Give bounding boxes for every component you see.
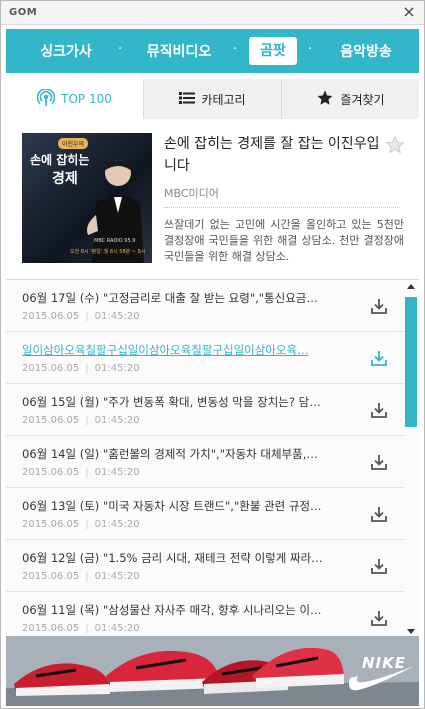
info-divider <box>164 207 400 208</box>
thumbnail-title-line1: 손에 잡히는 <box>30 153 90 167</box>
scroll-up-arrow-icon[interactable] <box>407 284 415 289</box>
tab-label: TOP 100 <box>61 92 112 106</box>
episode-date: 2015.06.05 <box>22 415 80 426</box>
top-navigation: 싱크가사 · 뮤직비디오 · 곰팟 · 음악방송 <box>6 29 419 73</box>
episode-date: 2015.06.05 <box>22 623 80 634</box>
episode-duration: 01:45:20 <box>94 363 140 374</box>
star-icon <box>316 89 334 110</box>
episode-meta: 2015.06.05 | 01:45:20 <box>22 415 140 426</box>
ad-brand-text: NIKE <box>362 654 407 672</box>
nav-item-gompot[interactable]: 곰팟 <box>249 37 297 65</box>
program-description: 쓰잘데기 없는 고민에 시간을 올인하고 있는 5천만 결정장애 국민들을 위한… <box>164 218 404 263</box>
thumbnail-title-line2: 경제 <box>52 171 78 187</box>
thumbnail-radio: MBC RADIO 95.9 <box>94 238 136 244</box>
tab-favorites[interactable]: 즐겨찾기 <box>281 79 419 119</box>
episode-date: 2015.06.05 <box>22 363 80 374</box>
download-icon[interactable] <box>370 557 388 575</box>
nav-separator: · <box>233 42 238 57</box>
app-window: GOM × 싱크가사 · 뮤직비디오 · 곰팟 · 음악방송 TOP 100 카… <box>0 0 425 709</box>
episode-duration: 01:45:20 <box>94 415 140 426</box>
episode-duration: 01:45:20 <box>94 571 140 582</box>
list-item[interactable]: 06월 14일 (일) "홈런볼의 경제적 가치","자동차 대체부품,… 201… <box>6 436 404 488</box>
thumbnail-time: 오전 8시 '평일',월 8시 58분 ~ 8시 <box>70 249 146 255</box>
download-icon[interactable] <box>370 505 388 523</box>
episode-title[interactable]: 06월 14일 (일) "홈런볼의 경제적 가치","자동차 대체부품,… <box>22 446 344 462</box>
podcast-icon <box>36 87 56 110</box>
episode-meta: 2015.06.05 | 01:45:20 <box>22 311 140 322</box>
episode-title[interactable]: 06월 17일 (수) "고정금리로 대출 잘 받는 요령","통신요금… <box>22 290 344 306</box>
download-icon[interactable] <box>370 609 388 627</box>
list-item[interactable]: 06월 17일 (수) "고정금리로 대출 잘 받는 요령","통신요금… 201… <box>6 280 404 332</box>
meta-separator: | <box>85 467 89 478</box>
meta-separator: | <box>85 571 89 582</box>
list-icon <box>179 91 196 108</box>
tab-bar: TOP 100 카테고리 즐겨찾기 <box>6 79 419 119</box>
episode-date: 2015.06.05 <box>22 467 80 478</box>
meta-separator: | <box>85 519 89 530</box>
episode-duration: 01:45:20 <box>94 467 140 478</box>
nav-item-sync-lyrics[interactable]: 싱크가사 <box>26 41 106 61</box>
episode-list[interactable]: 06월 17일 (수) "고정금리로 대출 잘 받는 요령","통신요금… 201… <box>6 279 419 636</box>
program-info: 이진우의 손에 잡히는 경제 MBC RADIO 95.9 오전 8시 '평일'… <box>6 119 419 279</box>
tab-top100[interactable]: TOP 100 <box>6 79 143 119</box>
nav-item-music-video[interactable]: 뮤직비디오 <box>134 41 224 61</box>
program-title: 손에 잡히는 경제를 잘 잡는 이진우입니다 <box>164 136 380 174</box>
scroll-down-arrow-icon[interactable] <box>407 629 415 634</box>
episode-meta: 2015.06.05 | 01:45:20 <box>22 519 140 530</box>
thumbnail-badge: 이진우의 <box>58 138 89 149</box>
nav-separator: · <box>118 42 123 57</box>
meta-separator: | <box>85 623 89 634</box>
meta-separator: | <box>85 363 89 374</box>
episode-meta: 2015.06.05 | 01:45:20 <box>22 571 140 582</box>
tab-label: 카테고리 <box>201 92 246 107</box>
scrollbar[interactable] <box>405 284 417 634</box>
download-icon[interactable] <box>370 297 388 315</box>
episode-date: 2015.06.05 <box>22 519 80 530</box>
nav-item-music-broadcast[interactable]: 음악방송 <box>321 41 411 61</box>
episode-meta: 2015.06.05 | 01:45:20 <box>22 623 140 634</box>
star-outline-icon[interactable] <box>385 135 405 155</box>
episode-duration: 01:45:20 <box>94 623 140 634</box>
gom-logo: GOM <box>9 7 38 18</box>
sneaker-graphic <box>6 636 419 706</box>
episode-title[interactable]: 06월 15일 (월) "주가 변동폭 확대, 변동성 막을 장치는? 담… <box>22 394 344 410</box>
program-publisher: MBC미디어 <box>164 187 219 200</box>
list-item[interactable]: 06월 12일 (금) "1.5% 금리 시대, 재테크 전략 이렇게 짜라… 2… <box>6 540 404 592</box>
download-icon[interactable] <box>370 401 388 419</box>
episode-date: 2015.06.05 <box>22 311 80 322</box>
episode-meta: 2015.06.05 | 01:45:20 <box>22 363 140 374</box>
download-icon[interactable] <box>370 453 388 471</box>
list-item[interactable]: 06월 11일 (목) "삼성물산 자사주 매각, 향후 시나리오는 이… 201… <box>6 592 404 636</box>
download-icon[interactable] <box>370 349 388 367</box>
host-portrait <box>87 160 144 263</box>
list-item[interactable]: 06월 15일 (월) "주가 변동폭 확대, 변동성 막을 장치는? 담… 20… <box>6 384 404 436</box>
tab-label: 즐겨찾기 <box>340 92 385 107</box>
episode-title[interactable]: 06월 12일 (금) "1.5% 금리 시대, 재테크 전략 이렇게 짜라… <box>22 550 344 566</box>
list-item[interactable]: 06월 13일 (토) "미국 자동차 시장 트랜드","환불 관련 규정… 20… <box>6 488 404 540</box>
episode-date: 2015.06.05 <box>22 571 80 582</box>
tab-category[interactable]: 카테고리 <box>143 79 281 119</box>
title-bar[interactable]: GOM × <box>1 1 424 25</box>
episode-title[interactable]: 일이삼아오육칠팔구십일이삼아오육칠팔구십일이삼아오육… <box>22 342 344 358</box>
episode-duration: 01:45:20 <box>94 519 140 530</box>
nike-ad-banner[interactable]: NIKE <box>6 636 419 706</box>
meta-separator: | <box>85 415 89 426</box>
list-item[interactable]: 일이삼아오육칠팔구십일이삼아오육칠팔구십일이삼아오육… 2015.06.05 | 01… <box>6 332 404 384</box>
scrollbar-thumb[interactable] <box>405 297 417 427</box>
close-button[interactable]: × <box>400 3 418 21</box>
episode-meta: 2015.06.05 | 01:45:20 <box>22 467 140 478</box>
episode-title[interactable]: 06월 11일 (목) "삼성물산 자사주 매각, 향후 시나리오는 이… <box>22 602 344 618</box>
episode-duration: 01:45:20 <box>94 311 140 322</box>
meta-separator: | <box>85 311 89 322</box>
nav-separator: · <box>308 42 313 57</box>
episode-title[interactable]: 06월 13일 (토) "미국 자동차 시장 트랜드","환불 관련 규정… <box>22 498 344 514</box>
program-thumbnail: 이진우의 손에 잡히는 경제 MBC RADIO 95.9 오전 8시 '평일'… <box>22 133 152 263</box>
